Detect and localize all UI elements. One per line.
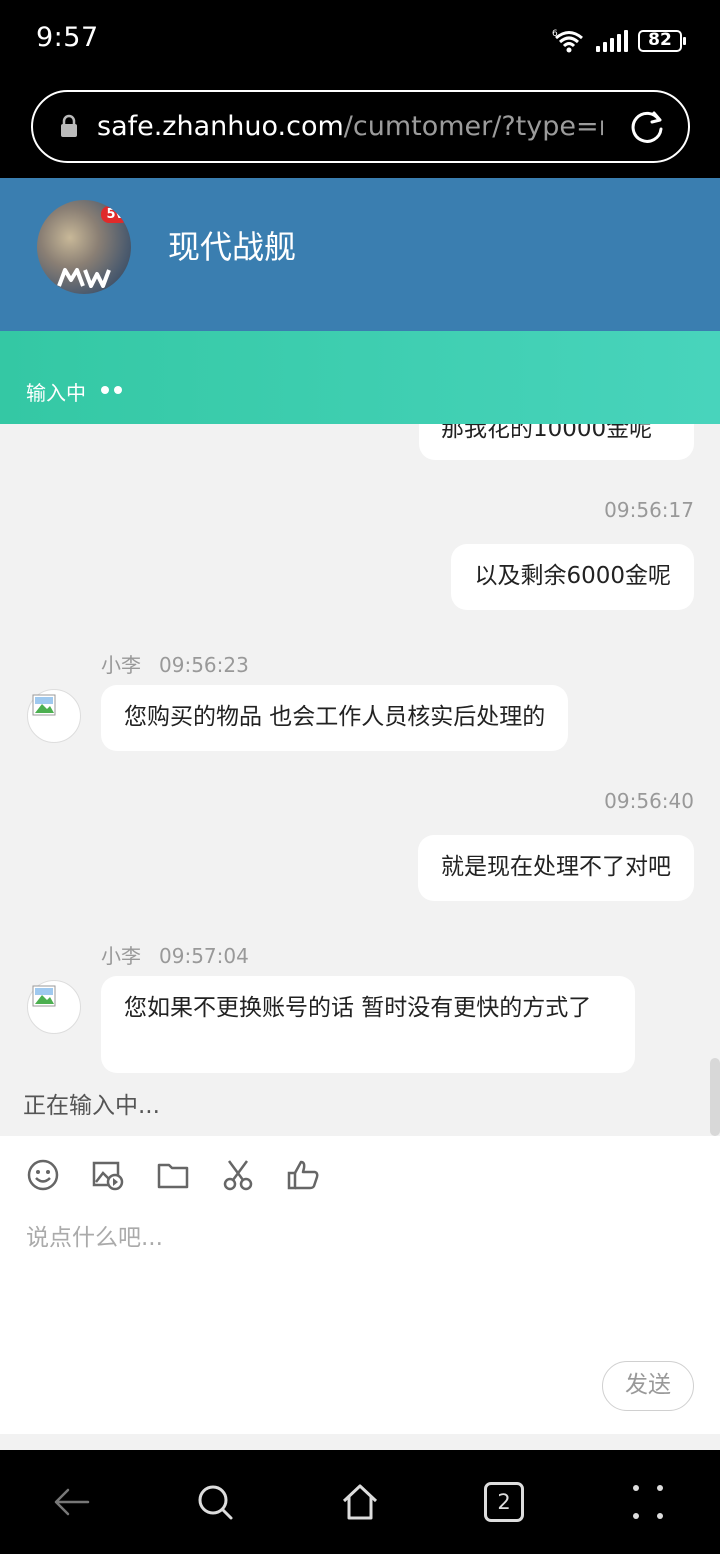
- message-bubble-incoming: 您如果不更换账号的话 暂时没有更快的方式了: [101, 976, 635, 1073]
- signal-icon: [596, 30, 628, 52]
- composer: 说点什么吧... 发送: [0, 1136, 720, 1434]
- scissors-icon[interactable]: [221, 1158, 255, 1192]
- page-footer: [0, 1434, 720, 1450]
- game-avatar: 5v: [37, 200, 131, 294]
- message-meta: 小李 09:57:04: [101, 940, 249, 969]
- reload-icon[interactable]: [628, 108, 666, 146]
- browser-nav-bar: 2: [0, 1450, 720, 1554]
- scrollbar[interactable]: [710, 1058, 720, 1136]
- home-icon[interactable]: [340, 1482, 380, 1522]
- message-meta: 小李 09:56:23: [101, 649, 249, 678]
- address-bar[interactable]: safe.zhanhuo.com/cumtomer/?type=m: [31, 90, 690, 163]
- send-button[interactable]: 发送: [602, 1361, 694, 1411]
- typing-dots-icon: [101, 386, 122, 394]
- wifi-label: 6: [552, 29, 558, 39]
- message-time: 09:56:23: [159, 653, 249, 677]
- typing-status-bar: 输入中: [0, 331, 720, 424]
- lock-icon: [61, 114, 77, 137]
- folder-icon[interactable]: [156, 1158, 190, 1192]
- image-icon[interactable]: [91, 1158, 125, 1192]
- url-path: /cumtomer/?type=m: [343, 111, 603, 142]
- avatar-badge: 5v: [101, 206, 129, 223]
- menu-icon[interactable]: [628, 1482, 668, 1522]
- broken-image-icon: [32, 694, 56, 716]
- message-time: 09:56:40: [604, 789, 694, 813]
- status-icons: 6 82: [552, 26, 686, 56]
- status-bar: 9:57 6 82: [0, 0, 720, 80]
- browser-toolbar: safe.zhanhuo.com/cumtomer/?type=m: [0, 80, 720, 178]
- typing-indicator: 正在输入中...: [23, 1093, 160, 1119]
- message-bubble-incoming: 您购买的物品 也会工作人员核实后处理的: [101, 685, 569, 751]
- message-text: 您如果不更换账号的话 暂时没有更快的方式了: [124, 995, 592, 1021]
- tabs-count: 2: [497, 1490, 511, 1514]
- agent-avatar: [27, 689, 81, 743]
- thumbs-up-icon[interactable]: [286, 1158, 320, 1192]
- message-bubble-partial: 那我花的10000金呢: [419, 424, 694, 460]
- sender-name: 小李: [101, 944, 141, 968]
- broken-image-icon: [32, 985, 56, 1007]
- clock: 9:57: [36, 22, 99, 53]
- message-text: 就是现在处理不了对吧: [441, 854, 671, 880]
- typing-status-label: 输入中: [26, 381, 86, 405]
- message-text: 以及剩余6000金呢: [474, 563, 671, 589]
- battery-icon: 82: [638, 30, 686, 52]
- sender-name: 小李: [101, 653, 141, 677]
- tabs-button[interactable]: 2: [484, 1482, 524, 1522]
- message-input[interactable]: 说点什么吧...: [26, 1218, 163, 1252]
- emoji-icon[interactable]: [26, 1158, 60, 1192]
- composer-toolbar: [26, 1158, 320, 1192]
- message-list[interactable]: 那我花的10000金呢 09:56:17 以及剩余6000金呢 小李 09:56:…: [0, 424, 720, 1136]
- message-bubble-outgoing: 就是现在处理不了对吧: [418, 835, 694, 901]
- url-text[interactable]: safe.zhanhuo.com/cumtomer/?type=m: [97, 111, 603, 142]
- message-time: 09:56:17: [604, 498, 694, 522]
- message-bubble-outgoing: 以及剩余6000金呢: [451, 544, 694, 610]
- agent-avatar: [27, 980, 81, 1034]
- back-icon[interactable]: [52, 1482, 92, 1522]
- message-text: 那我花的10000金呢: [441, 424, 653, 442]
- chat-header: 5v 现代战舰: [0, 178, 720, 331]
- message-text: 您购买的物品 也会工作人员核实后处理的: [124, 704, 546, 730]
- message-time: 09:57:04: [159, 944, 249, 968]
- game-logo-icon: [57, 268, 111, 288]
- battery-level: 82: [648, 30, 672, 50]
- wifi-icon: 6: [552, 28, 586, 54]
- search-icon[interactable]: [195, 1482, 235, 1522]
- chat-title: 现代战舰: [168, 228, 297, 266]
- url-host: safe.zhanhuo.com: [97, 111, 344, 142]
